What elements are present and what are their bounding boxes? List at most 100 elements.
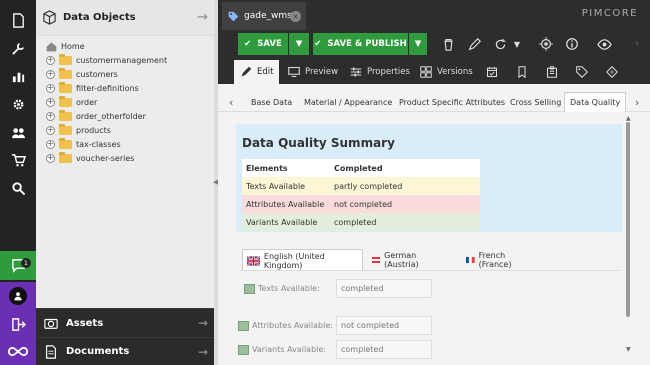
chevron-right-icon[interactable]: › [630, 92, 644, 112]
tag-icon [576, 66, 588, 78]
expand-icon[interactable]: + [46, 97, 55, 107]
tab-data-quality[interactable]: Data Quality [564, 92, 627, 112]
tab-lang-en-gb[interactable]: English (United Kingdom) [242, 249, 363, 271]
tab-versions[interactable]: Versions [414, 60, 479, 84]
tab-label: Product Specific Attributes [399, 97, 506, 107]
tag-icon [228, 11, 239, 21]
cube-icon [43, 10, 56, 25]
expand-icon[interactable]: + [46, 125, 55, 135]
tab-lang-de-at[interactable]: German (Austria) [368, 249, 429, 271]
arrow-right-icon[interactable]: → [197, 10, 208, 25]
chevron-right-icon[interactable]: › [626, 34, 648, 54]
chart-icon[interactable] [0, 62, 36, 90]
close-tab-icon[interactable]: × [290, 11, 301, 22]
editor-tab-bar: gade_wms × PIMCORE [218, 0, 650, 30]
assets-panel-header[interactable]: Assets → [36, 308, 214, 337]
rename-icon[interactable] [463, 34, 485, 54]
editor-tab[interactable]: gade_wms × [222, 2, 306, 30]
publish-options-dropdown[interactable]: ▼ [409, 33, 427, 55]
arrow-right-icon[interactable]: → [198, 316, 208, 330]
flag-france-icon [466, 256, 475, 264]
data-objects-header[interactable]: Data Objects → [36, 0, 214, 36]
arrow-right-icon[interactable]: → [198, 345, 208, 359]
target-icon[interactable] [535, 34, 557, 54]
variants-available-input[interactable]: completed [336, 340, 432, 359]
tab-schedule[interactable] [480, 60, 509, 84]
pimcore-logo-button[interactable] [0, 338, 36, 365]
tree-node[interactable]: + filter-definitions [46, 81, 139, 95]
notifications-button[interactable]: 1 [0, 251, 36, 280]
scrollbar[interactable] [626, 122, 630, 317]
tab-base-data[interactable]: Base Data [246, 92, 297, 112]
search-icon[interactable] [0, 174, 36, 202]
tree-node[interactable]: + customers [46, 67, 118, 81]
caret-down-icon[interactable]: ▼ [510, 34, 524, 54]
tab-dependencies[interactable] [510, 60, 539, 84]
tab-label: Properties [367, 67, 410, 77]
scroll-up-icon[interactable]: ▲ [626, 115, 631, 122]
calendar-icon [486, 66, 498, 78]
status-cell: completed [334, 217, 377, 227]
tree-node[interactable]: + voucher-series [46, 151, 134, 165]
chevron-left-icon[interactable]: ‹ [224, 92, 238, 112]
expand-icon[interactable]: + [46, 139, 55, 149]
save-options-dropdown[interactable]: ▼ [289, 33, 309, 55]
save-publish-button[interactable]: ✔ SAVE & PUBLISH [313, 33, 408, 55]
wrench-icon[interactable] [0, 34, 36, 62]
tab-workflow[interactable] [600, 60, 629, 84]
caret-down-icon: ▼ [414, 39, 422, 49]
gear-icon[interactable] [0, 90, 36, 118]
users-icon[interactable] [0, 118, 36, 146]
reload-icon[interactable] [489, 34, 511, 54]
tab-label: Base Data [251, 97, 293, 107]
tree-node[interactable]: + products [46, 123, 111, 137]
scroll-down-icon[interactable]: ▼ [626, 346, 631, 353]
tree-node[interactable]: + order_otherfolder [46, 109, 146, 123]
tab-tags[interactable] [570, 60, 599, 84]
tree-node-home[interactable]: Home [46, 39, 85, 53]
expand-icon[interactable]: + [46, 83, 55, 93]
texts-available-input[interactable]: completed [336, 279, 432, 298]
tree-node-label: filter-definitions [76, 83, 139, 93]
cart-icon[interactable] [0, 146, 36, 174]
user-profile-button[interactable] [0, 282, 36, 310]
lang-label: German (Austria) [384, 251, 419, 269]
expand-icon[interactable]: + [46, 153, 55, 163]
column-header: Elements [246, 163, 288, 173]
tab-properties[interactable]: Properties [344, 60, 416, 84]
documents-panel-header[interactable]: Documents → [36, 337, 214, 365]
info-icon[interactable] [561, 34, 583, 54]
tab-edit[interactable]: Edit [234, 60, 280, 84]
tab-lang-fr-fr[interactable]: French (France) [462, 249, 521, 271]
tab-preview[interactable]: Preview [282, 60, 344, 84]
versions-icon [420, 66, 432, 78]
field-label: Texts Available: [258, 284, 320, 293]
expand-icon[interactable]: + [46, 55, 55, 65]
tree-node[interactable]: + order [46, 95, 97, 109]
element-cell: Variants Available [246, 217, 318, 227]
tree-node[interactable]: + customermanagement [46, 53, 167, 67]
logout-button[interactable] [0, 310, 36, 338]
editor-area: gade_wms × PIMCORE ✔ SAVE ▼ ✔ SAVE & PUB… [218, 0, 650, 365]
expand-icon[interactable]: + [46, 111, 55, 121]
tab-product-specific-attributes[interactable]: Product Specific Attributes [394, 92, 510, 112]
delete-icon[interactable] [437, 34, 459, 54]
caret-down-icon: ▼ [295, 39, 303, 49]
tab-label: Versions [437, 67, 473, 77]
tree-node[interactable]: + tax-classes [46, 137, 121, 151]
tab-label: Preview [305, 67, 339, 77]
save-button[interactable]: ✔ SAVE [238, 33, 288, 55]
summary-table: Elements Completed Texts Available partl… [242, 159, 480, 231]
notification-badge: 1 [21, 258, 31, 268]
eye-icon[interactable] [593, 34, 615, 54]
check-icon: ✔ [244, 39, 252, 49]
tab-material-appearance[interactable]: Material / Appearance [299, 92, 397, 112]
document-icon[interactable] [0, 6, 36, 34]
tab-cross-selling[interactable]: Cross Selling [505, 92, 566, 112]
attributes-available-input[interactable]: not completed [336, 316, 432, 335]
sliders-icon [350, 67, 362, 77]
expand-icon[interactable]: + [46, 69, 55, 79]
tree-node-label: order_otherfolder [76, 111, 146, 121]
tab-notes[interactable] [540, 60, 569, 84]
main-menu-rail: 1 [0, 0, 36, 365]
